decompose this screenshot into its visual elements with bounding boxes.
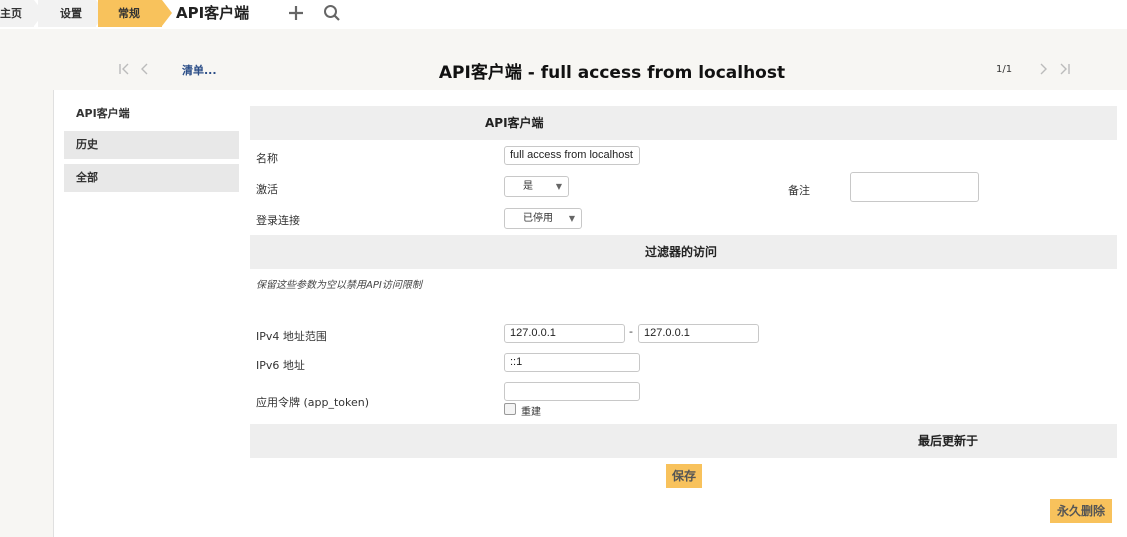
regenerate-label: 重建: [521, 407, 541, 418]
active-select-value: 是: [523, 181, 533, 192]
name-label: 名称: [256, 152, 278, 165]
delete-button[interactable]: 永久删除: [1050, 499, 1112, 523]
log-select-value: 已停用: [523, 213, 553, 224]
log-select[interactable]: 已停用 ▼: [504, 208, 582, 229]
breadcrumb-arrow: [162, 0, 172, 26]
ipv6-input[interactable]: ::1: [504, 353, 640, 372]
token-input[interactable]: [504, 382, 640, 401]
name-input[interactable]: full access from localhost: [504, 146, 640, 165]
plus-icon[interactable]: [286, 3, 306, 23]
active-label: 激活: [256, 183, 278, 196]
regenerate-checkbox[interactable]: [504, 403, 516, 415]
tab-all[interactable]: 全部: [64, 164, 239, 192]
tab-history[interactable]: 历史: [64, 131, 239, 159]
section-last-updated: 最后更新于: [250, 424, 1117, 458]
active-select[interactable]: 是 ▼: [504, 176, 569, 197]
breadcrumb-general[interactable]: 常规: [98, 0, 162, 27]
section-title: 过滤器的访问: [645, 245, 718, 259]
tab-api-client[interactable]: API客户端: [64, 100, 239, 128]
next-record-icon[interactable]: [1036, 62, 1050, 76]
pager: 1/1: [996, 64, 1013, 75]
comment-label: 备注: [788, 184, 810, 197]
chevron-down-icon: ▼: [555, 182, 562, 191]
save-button[interactable]: 保存: [666, 464, 702, 488]
last-record-icon[interactable]: [1058, 62, 1072, 76]
ipv4-range-separator: -: [629, 325, 633, 338]
ipv4-label: IPv4 地址范围: [256, 330, 327, 343]
section-title: API客户端: [485, 116, 544, 130]
section-api-client: API客户端: [250, 106, 1117, 140]
token-label: 应用令牌 (app_token): [256, 396, 370, 409]
search-icon[interactable]: [322, 3, 342, 23]
page-title: API客户端: [176, 4, 250, 22]
top-bar: 主页 设置 常规 API客户端: [0, 0, 1127, 29]
section-access-filter: 过滤器的访问: [250, 235, 1117, 269]
log-label: 登录连接: [256, 214, 300, 227]
comment-textarea[interactable]: [850, 172, 979, 202]
ipv6-label: IPv6 地址: [256, 359, 305, 372]
ipv4-start-input[interactable]: 127.0.0.1: [504, 324, 625, 343]
chevron-down-icon: ▼: [568, 214, 575, 223]
breadcrumb-home[interactable]: 主页: [0, 0, 34, 27]
left-gutter: [0, 90, 54, 537]
breadcrumb-settings[interactable]: 设置: [38, 0, 96, 27]
ipv4-end-input[interactable]: 127.0.0.1: [638, 324, 759, 343]
section-title: 最后更新于: [918, 434, 979, 448]
record-title: API客户端 - full access from localhost: [438, 63, 786, 83]
filter-hint: 保留这些参数为空以禁用API访问限制: [256, 280, 422, 291]
